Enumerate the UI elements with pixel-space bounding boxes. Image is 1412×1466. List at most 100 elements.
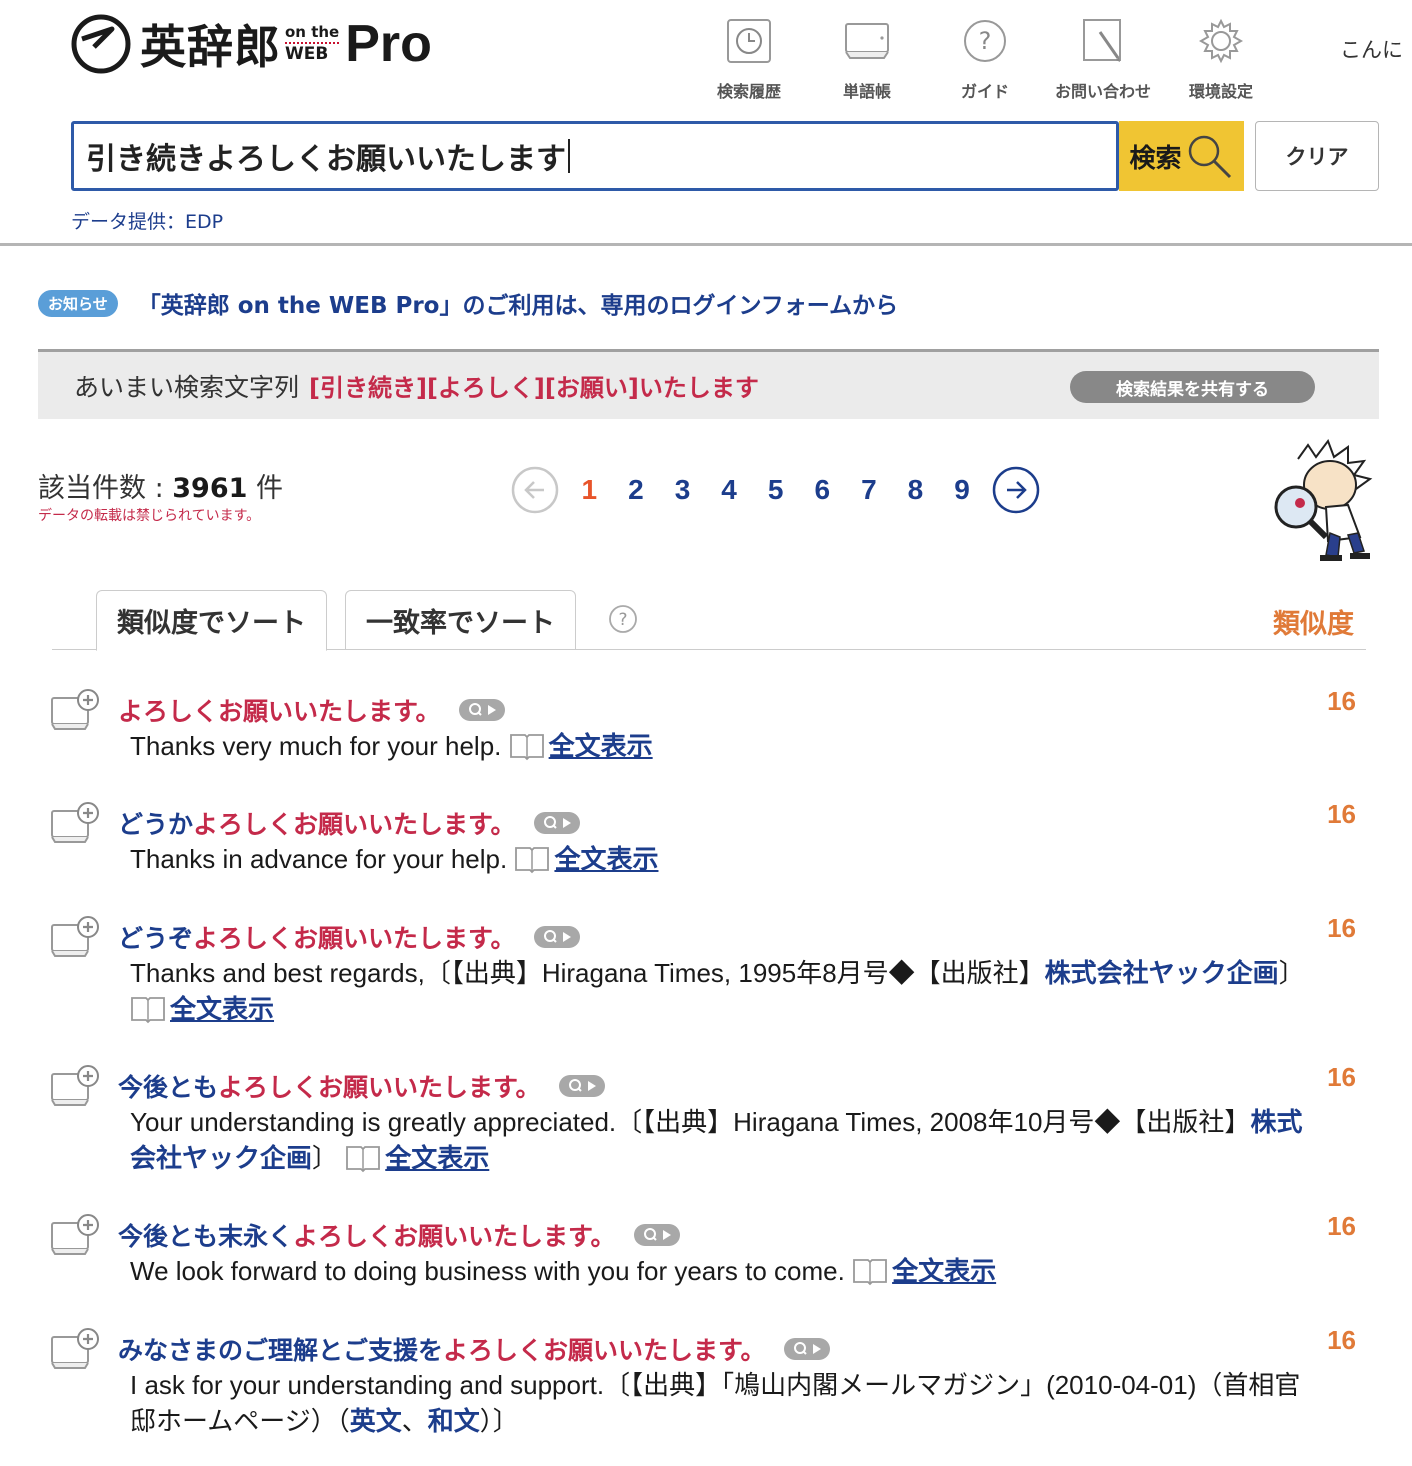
fuzzy-search-bar: あいまい検索文字列 [引き続き][よろしく][お願い]いたします 検索結果を共有… <box>38 349 1379 419</box>
share-results-button[interactable]: 検索結果を共有する <box>1070 371 1315 403</box>
page-number[interactable]: 9 <box>939 474 986 506</box>
add-to-wordbook-icon[interactable] <box>50 915 104 959</box>
headword-match: よろしくお願いいたします。 <box>193 924 516 953</box>
help-icon: ? <box>964 20 1006 62</box>
translation-suffix: 〕 <box>312 1143 339 1173</box>
open-book-icon[interactable] <box>852 1256 888 1286</box>
tab-sort-similarity[interactable]: 類似度でソート <box>96 590 327 651</box>
page-number[interactable]: 4 <box>706 474 753 506</box>
headword-prefix: どうか <box>118 810 194 839</box>
page-number[interactable]: 6 <box>799 474 846 506</box>
add-to-wordbook-icon[interactable] <box>50 1327 104 1371</box>
page-number[interactable]: 8 <box>892 474 939 506</box>
audio-search-icon[interactable] <box>558 1075 605 1097</box>
source-link[interactable]: 英文 <box>350 1406 402 1436</box>
search-button-label: 検索 <box>1129 143 1182 174</box>
magnifier-icon <box>1188 135 1231 179</box>
search-input-value: 引き続きよろしくお願いいたします <box>86 142 566 177</box>
translation: Thanks in advance for your help. 全文表示 <box>130 841 1310 877</box>
add-to-wordbook-icon[interactable] <box>50 1213 104 1257</box>
wordbook-label: 単語帳 <box>842 82 891 101</box>
logo-title: 英辞郎 <box>140 20 281 74</box>
headword[interactable]: 今後とも よろしくお願いいたします。 <box>118 1068 605 1104</box>
page-number[interactable]: 5 <box>752 474 799 506</box>
greeting: こんに <box>1340 38 1403 62</box>
page-number[interactable]: 3 <box>659 474 706 506</box>
notice-link[interactable]: 「英辞郎 on the WEB Pro」のご利用は、専用のログインフォームから <box>138 286 898 320</box>
open-book-icon[interactable] <box>514 844 550 874</box>
wordbook-button[interactable]: 単語帳 <box>808 18 926 102</box>
settings-button[interactable]: 環境設定 <box>1162 18 1280 102</box>
add-to-wordbook-icon[interactable] <box>50 688 104 732</box>
sort-help-icon[interactable]: ? <box>608 604 638 634</box>
translation-text: We look forward to doing business with y… <box>130 1256 845 1286</box>
headword[interactable]: どうか よろしくお願いいたします。 <box>118 805 580 841</box>
sort-tabs: 類似度でソート 一致率でソート ? 類似度 <box>52 590 1366 651</box>
open-book-icon[interactable] <box>509 731 545 761</box>
translation: Your understanding is greatly appreciate… <box>130 1104 1310 1176</box>
logo[interactable]: 英辞郎 on the WEB Pro <box>70 12 432 76</box>
logo-mark-icon <box>71 14 131 74</box>
audio-search-icon[interactable] <box>458 699 505 721</box>
headword-prefix: 今後とも末永く <box>118 1222 294 1251</box>
audio-search-icon[interactable] <box>783 1338 830 1360</box>
fulltext-link[interactable]: 全文表示 <box>554 844 658 874</box>
page-number[interactable]: 7 <box>846 474 893 506</box>
translation: Thanks and best regards,〔【出典】Hiragana Ti… <box>130 955 1310 1027</box>
toolbar: 検索履歴 単語帳 ? ガイド お問い合わせ 環境設定 <box>690 18 1280 102</box>
logo-pro: Pro <box>345 15 432 73</box>
headword[interactable]: よろしくお願いいたします。 <box>118 692 505 728</box>
results-count-unit: 件 <box>247 473 284 504</box>
similarity-score: 16 <box>1327 1062 1356 1092</box>
guide-button[interactable]: ? ガイド <box>926 18 1044 102</box>
headword-match: よろしくお願いいたします。 <box>218 1073 541 1102</box>
add-to-wordbook-icon[interactable] <box>50 1064 104 1108</box>
fuzzy-label: あいまい検索文字列 <box>74 372 300 402</box>
fulltext-link[interactable]: 全文表示 <box>892 1256 996 1286</box>
prev-page-icon[interactable] <box>510 465 560 515</box>
headword[interactable]: どうぞ よろしくお願いいたします。 <box>118 919 580 955</box>
open-book-icon[interactable] <box>345 1143 381 1173</box>
audio-search-icon[interactable] <box>533 926 580 948</box>
translation: I ask for your understanding and support… <box>130 1367 1310 1439</box>
search-input[interactable]: 引き続きよろしくお願いいたします <box>71 121 1119 191</box>
logo-subtitle: on the WEB <box>285 25 340 63</box>
source-link[interactable]: 株式会社ヤック企画 <box>1045 958 1279 988</box>
sort-column-label: 類似度 <box>1273 609 1354 640</box>
history-label: 検索履歴 <box>716 82 781 101</box>
clear-button[interactable]: クリア <box>1255 121 1379 191</box>
similarity-score: 16 <box>1327 686 1356 716</box>
headword[interactable]: みなさまのご理解とご支援を よろしくお願いいたします。 <box>118 1331 830 1367</box>
translation-suffix: ）〕 <box>479 1406 519 1436</box>
similarity-score: 16 <box>1327 1211 1356 1241</box>
settings-label: 環境設定 <box>1188 82 1253 101</box>
translation-suffix: 〕 <box>1278 958 1305 988</box>
headword[interactable]: 今後とも末永く よろしくお願いいたします。 <box>118 1217 680 1253</box>
add-to-wordbook-icon[interactable] <box>50 801 104 845</box>
contact-button[interactable]: お問い合わせ <box>1044 18 1162 102</box>
page-number[interactable]: 1 <box>566 474 613 506</box>
audio-search-icon[interactable] <box>533 812 580 834</box>
headword-prefix: 今後とも <box>118 1073 219 1102</box>
audio-search-icon[interactable] <box>633 1224 680 1246</box>
results-count-label: 該当件数 : <box>38 473 173 504</box>
logo-on-the: on the <box>285 25 340 44</box>
page-number[interactable]: 2 <box>613 474 660 506</box>
fulltext-link[interactable]: 全文表示 <box>170 994 274 1024</box>
translation: We look forward to doing business with y… <box>130 1253 1310 1289</box>
results-count: 該当件数 : 3961 件 <box>38 466 283 505</box>
source-link[interactable]: 和文 <box>428 1406 480 1436</box>
headword-prefix: どうぞ <box>118 924 194 953</box>
headword-match: よろしくお願いいたします。 <box>193 810 516 839</box>
open-book-icon[interactable] <box>130 994 166 1024</box>
tab-sort-match-rate[interactable]: 一致率でソート <box>345 590 576 650</box>
header: 英辞郎 on the WEB Pro 検索履歴 単語帳 ? ガイド お問い合わせ… <box>0 0 1412 246</box>
history-button[interactable]: 検索履歴 <box>690 18 808 102</box>
next-page-icon[interactable] <box>991 465 1041 515</box>
translation-text: I ask for your understanding and support… <box>130 1370 1301 1436</box>
similarity-score: 16 <box>1327 913 1356 943</box>
fulltext-link[interactable]: 全文表示 <box>549 731 653 761</box>
fulltext-link[interactable]: 全文表示 <box>385 1143 489 1173</box>
search-button[interactable]: 検索 <box>1119 121 1244 191</box>
fuzzy-terms: [引き続き][よろしく][お願い]いたします <box>309 374 759 402</box>
